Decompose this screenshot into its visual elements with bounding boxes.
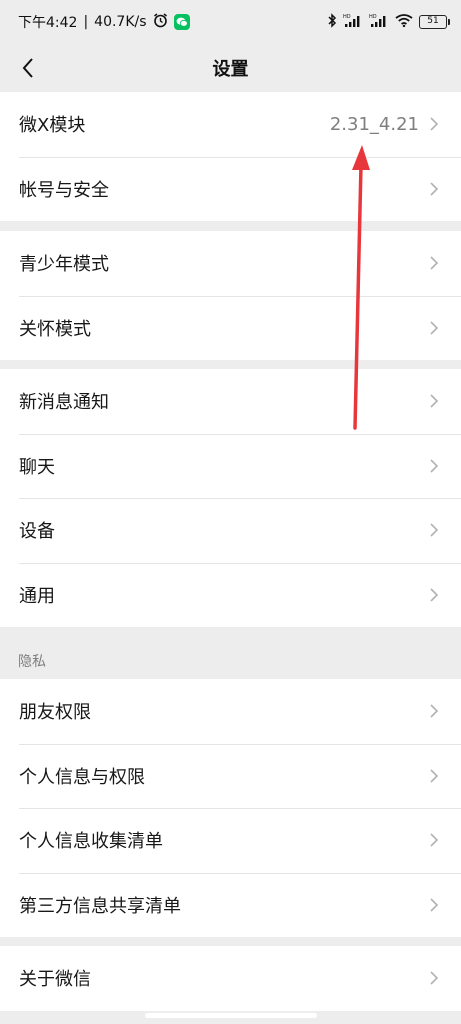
hd-signal-icon: HD bbox=[369, 13, 389, 32]
status-left: 下午4:42 | 40.7K/s bbox=[18, 12, 190, 32]
setting-row-label: 通用 bbox=[19, 585, 55, 607]
chevron-right-icon bbox=[429, 320, 439, 336]
setting-row-weix-module[interactable]: 微X模块 2.31_4.21 bbox=[0, 92, 461, 157]
chevron-right-icon bbox=[429, 522, 439, 538]
setting-row-about-wechat[interactable]: 关于微信 bbox=[0, 946, 461, 1011]
status-right: HD HD 51 bbox=[327, 12, 450, 32]
setting-row-label: 青少年模式 bbox=[19, 254, 109, 276]
bluetooth-icon bbox=[327, 12, 337, 32]
setting-row-care-mode[interactable]: 关怀模式 bbox=[0, 295, 461, 361]
setting-row-label: 新消息通知 bbox=[19, 392, 109, 414]
chevron-right-icon bbox=[429, 181, 439, 197]
chevron-right-icon bbox=[429, 897, 439, 913]
chevron-left-icon bbox=[22, 58, 33, 78]
setting-row-friend-permissions[interactable]: 朋友权限 bbox=[0, 679, 461, 744]
setting-row-label: 关于微信 bbox=[19, 969, 91, 991]
setting-row-label: 帐号与安全 bbox=[19, 179, 109, 201]
setting-row-third-party-sharing-list[interactable]: 第三方信息共享清单 bbox=[0, 872, 461, 938]
setting-row-label: 关怀模式 bbox=[19, 318, 91, 340]
home-indicator[interactable] bbox=[145, 1013, 317, 1018]
setting-row-general[interactable]: 通用 bbox=[0, 562, 461, 628]
settings-group-account: 微X模块 2.31_4.21 帐号与安全 bbox=[0, 92, 461, 221]
svg-text:HD: HD bbox=[369, 14, 377, 20]
wechat-icon bbox=[173, 14, 190, 30]
chevron-right-icon bbox=[429, 970, 439, 986]
settings-group-about: 关于微信 bbox=[0, 946, 461, 1011]
back-button[interactable] bbox=[10, 50, 46, 86]
chevron-right-icon bbox=[429, 458, 439, 474]
chevron-right-icon bbox=[429, 768, 439, 784]
status-speed: 40.7K/s bbox=[94, 14, 147, 30]
nav-bar: 设置 bbox=[0, 44, 461, 92]
settings-group-general: 新消息通知 聊天 设备 通用 bbox=[0, 369, 461, 627]
settings-group-privacy: 朋友权限 个人信息与权限 个人信息收集清单 第三方信息共享清单 bbox=[0, 679, 461, 937]
setting-row-notifications[interactable]: 新消息通知 bbox=[0, 369, 461, 434]
setting-row-label: 第三方信息共享清单 bbox=[19, 895, 181, 917]
chevron-right-icon bbox=[429, 116, 439, 132]
chevron-right-icon bbox=[429, 393, 439, 409]
setting-row-personal-info-permissions[interactable]: 个人信息与权限 bbox=[0, 743, 461, 809]
setting-row-label: 个人信息与权限 bbox=[19, 766, 145, 788]
status-time: 下午4:42 bbox=[18, 15, 78, 31]
chevron-right-icon bbox=[429, 587, 439, 603]
settings-screen: 下午4:42 | 40.7K/s HD HD 51 设置 微X模块 2.31_4… bbox=[0, 0, 461, 1024]
status-separator: | bbox=[83, 14, 89, 30]
setting-row-label: 朋友权限 bbox=[19, 702, 91, 724]
setting-row-chat[interactable]: 聊天 bbox=[0, 433, 461, 499]
hd-signal-icon: HD bbox=[343, 13, 363, 32]
chevron-right-icon bbox=[429, 832, 439, 848]
privacy-section-header: 隐私 bbox=[18, 654, 46, 670]
battery-icon: 51 bbox=[419, 15, 450, 29]
wifi-icon bbox=[395, 13, 413, 31]
alarm-icon bbox=[153, 12, 168, 32]
svg-text:HD: HD bbox=[343, 14, 351, 20]
page-title: 设置 bbox=[212, 59, 249, 80]
setting-row-info-collection-list[interactable]: 个人信息收集清单 bbox=[0, 808, 461, 873]
setting-row-teen-mode[interactable]: 青少年模式 bbox=[0, 231, 461, 296]
setting-row-devices[interactable]: 设备 bbox=[0, 498, 461, 563]
setting-row-label: 个人信息收集清单 bbox=[19, 831, 163, 853]
settings-group-modes: 青少年模式 关怀模式 bbox=[0, 231, 461, 360]
setting-row-account-security[interactable]: 帐号与安全 bbox=[0, 156, 461, 222]
chevron-right-icon bbox=[429, 703, 439, 719]
setting-row-label: 微X模块 bbox=[19, 115, 86, 137]
setting-row-label: 设备 bbox=[19, 521, 55, 543]
chevron-right-icon bbox=[429, 255, 439, 271]
setting-row-label: 聊天 bbox=[19, 456, 55, 478]
status-bar: 下午4:42 | 40.7K/s HD HD 51 bbox=[0, 0, 461, 44]
module-version-value: 2.31_4.21 bbox=[329, 113, 419, 135]
